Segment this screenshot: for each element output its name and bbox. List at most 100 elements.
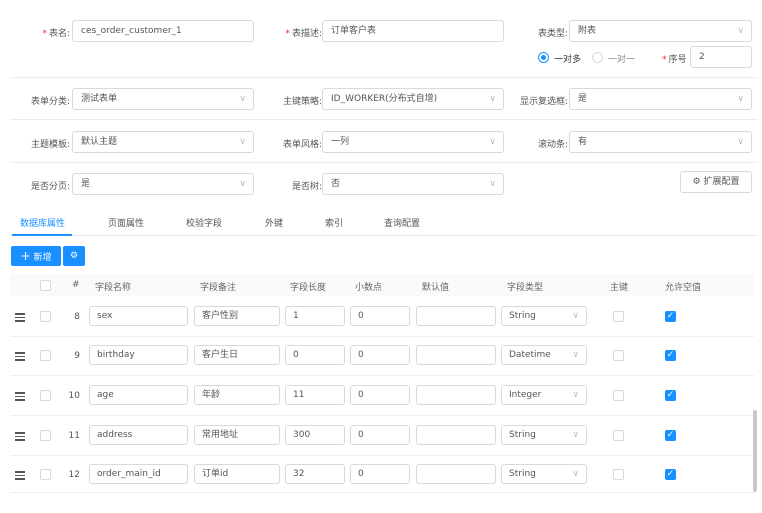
drag-handle-icon[interactable] [15, 313, 25, 324]
decimal-input[interactable]: 0 [350, 306, 410, 326]
divider [10, 119, 758, 120]
field-name-input[interactable]: birthday [89, 345, 188, 365]
default-input[interactable] [416, 306, 496, 326]
primary-key-checkbox[interactable] [613, 350, 624, 361]
table-desc-input[interactable]: 订单客户表 [322, 20, 504, 42]
settings-button[interactable]: ⚙ [63, 246, 85, 266]
chevron-down-icon: ∨ [239, 94, 246, 104]
tab-page-props[interactable]: 页面属性 [108, 216, 144, 229]
field-name-input[interactable]: age [89, 385, 188, 405]
radio-one-to-one[interactable] [592, 52, 603, 63]
add-button[interactable]: + 新增 [11, 246, 61, 266]
field-length-input[interactable]: 300 [285, 425, 345, 445]
select-all-checkbox[interactable] [40, 280, 51, 291]
category-select[interactable]: 测试表单 ∨ [72, 88, 254, 110]
form-style-label: 表单风格: [282, 140, 322, 150]
tab-query-config[interactable]: 查询配置 [384, 216, 420, 229]
nullable-checkbox[interactable]: ✓ [665, 430, 676, 441]
show-checkbox-select[interactable]: 是 ∨ [569, 88, 752, 110]
scrollbar-select[interactable]: 有 ∨ [569, 131, 752, 153]
tab-db-props[interactable]: 数据库属性 [20, 216, 65, 229]
field-remark-input[interactable]: 订单id [194, 464, 280, 484]
chevron-down-icon: ∨ [489, 94, 496, 104]
field-type-select[interactable]: String ∨ [501, 425, 587, 445]
row-checkbox[interactable] [40, 350, 51, 361]
chevron-down-icon: ∨ [737, 137, 744, 147]
nullable-checkbox[interactable]: ✓ [665, 350, 676, 361]
paging-select[interactable]: 是 ∨ [72, 173, 254, 195]
drag-handle-icon[interactable] [15, 471, 25, 482]
default-input[interactable] [416, 385, 496, 405]
row-checkbox[interactable] [40, 469, 51, 480]
is-tree-label: 是否树: [291, 182, 322, 192]
ext-config-button[interactable]: ⚙ 扩展配置 [680, 171, 752, 193]
field-type-select[interactable]: String ∨ [501, 306, 587, 326]
primary-key-checkbox[interactable] [613, 390, 624, 401]
tab-index[interactable]: 索引 [325, 216, 343, 229]
col-field-type: 字段类型 [507, 283, 544, 293]
col-field-remark: 字段备注 [200, 283, 237, 293]
row-divider [10, 492, 754, 493]
chevron-down-icon: ∨ [572, 311, 579, 321]
scrollbar-label: 滚动条: [537, 140, 568, 150]
radio-one-to-many[interactable] [538, 52, 549, 63]
row-index: 10 [68, 391, 80, 401]
field-name-input[interactable]: order_main_id [89, 464, 188, 484]
check-icon: ✓ [666, 390, 675, 400]
seq-input[interactable]: 2 [690, 46, 752, 68]
field-name-input[interactable]: sex [89, 306, 188, 326]
col-default: 默认值 [422, 283, 450, 293]
decimal-input[interactable]: 0 [350, 425, 410, 445]
gear-icon: ⚙ [69, 251, 79, 261]
table-name-input[interactable]: ces_order_customer_1 [72, 20, 254, 42]
field-length-input[interactable]: 32 [285, 464, 345, 484]
col-field-length: 字段长度 [290, 283, 327, 293]
nullable-checkbox[interactable]: ✓ [665, 311, 676, 322]
field-type-select[interactable]: Datetime ∨ [501, 345, 587, 365]
chevron-down-icon: ∨ [572, 390, 579, 400]
tab-foreign-key[interactable]: 外键 [265, 216, 283, 229]
row-checkbox[interactable] [40, 311, 51, 322]
primary-key-checkbox[interactable] [613, 311, 624, 322]
primary-key-checkbox[interactable] [613, 430, 624, 441]
chevron-down-icon: ∨ [572, 350, 579, 360]
field-remark-input[interactable]: 常用地址 [194, 425, 280, 445]
field-type-select[interactable]: Integer ∨ [501, 385, 587, 405]
row-divider [10, 455, 754, 456]
row-checkbox[interactable] [40, 390, 51, 401]
field-remark-input[interactable]: 年龄 [194, 385, 280, 405]
row-index: 11 [68, 431, 80, 441]
field-length-input[interactable]: 11 [285, 385, 345, 405]
row-checkbox[interactable] [40, 430, 51, 441]
drag-handle-icon[interactable] [15, 352, 25, 363]
form-style-select[interactable]: 一列 ∨ [322, 131, 504, 153]
theme-select[interactable]: 默认主题 ∨ [72, 131, 254, 153]
field-type-select[interactable]: String ∨ [501, 464, 587, 484]
nullable-checkbox[interactable]: ✓ [665, 469, 676, 480]
table-scrollbar[interactable] [753, 410, 757, 492]
field-name-input[interactable]: address [89, 425, 188, 445]
drag-handle-icon[interactable] [15, 432, 25, 443]
field-remark-input[interactable]: 客户性别 [194, 306, 280, 326]
default-input[interactable] [416, 464, 496, 484]
decimal-input[interactable]: 0 [350, 385, 410, 405]
nullable-checkbox[interactable]: ✓ [665, 390, 676, 401]
chevron-down-icon: ∨ [239, 179, 246, 189]
col-index: # [72, 280, 80, 290]
is-tree-select[interactable]: 否 ∨ [322, 173, 504, 195]
field-length-input[interactable]: 0 [285, 345, 345, 365]
decimal-input[interactable]: 0 [350, 464, 410, 484]
tab-validation[interactable]: 校验字段 [186, 216, 222, 229]
drag-handle-icon[interactable] [15, 392, 25, 403]
pk-strategy-select[interactable]: ID_WORKER(分布式自增) ∨ [322, 88, 504, 110]
default-input[interactable] [416, 345, 496, 365]
chevron-down-icon: ∨ [489, 137, 496, 147]
decimal-input[interactable]: 0 [350, 345, 410, 365]
default-input[interactable] [416, 425, 496, 445]
field-length-input[interactable]: 1 [285, 306, 345, 326]
field-remark-input[interactable]: 客户生日 [194, 345, 280, 365]
primary-key-checkbox[interactable] [613, 469, 624, 480]
table-type-select[interactable]: 附表 ∨ [569, 20, 752, 42]
chevron-down-icon: ∨ [572, 430, 579, 440]
paging-label: 是否分页: [30, 182, 70, 192]
